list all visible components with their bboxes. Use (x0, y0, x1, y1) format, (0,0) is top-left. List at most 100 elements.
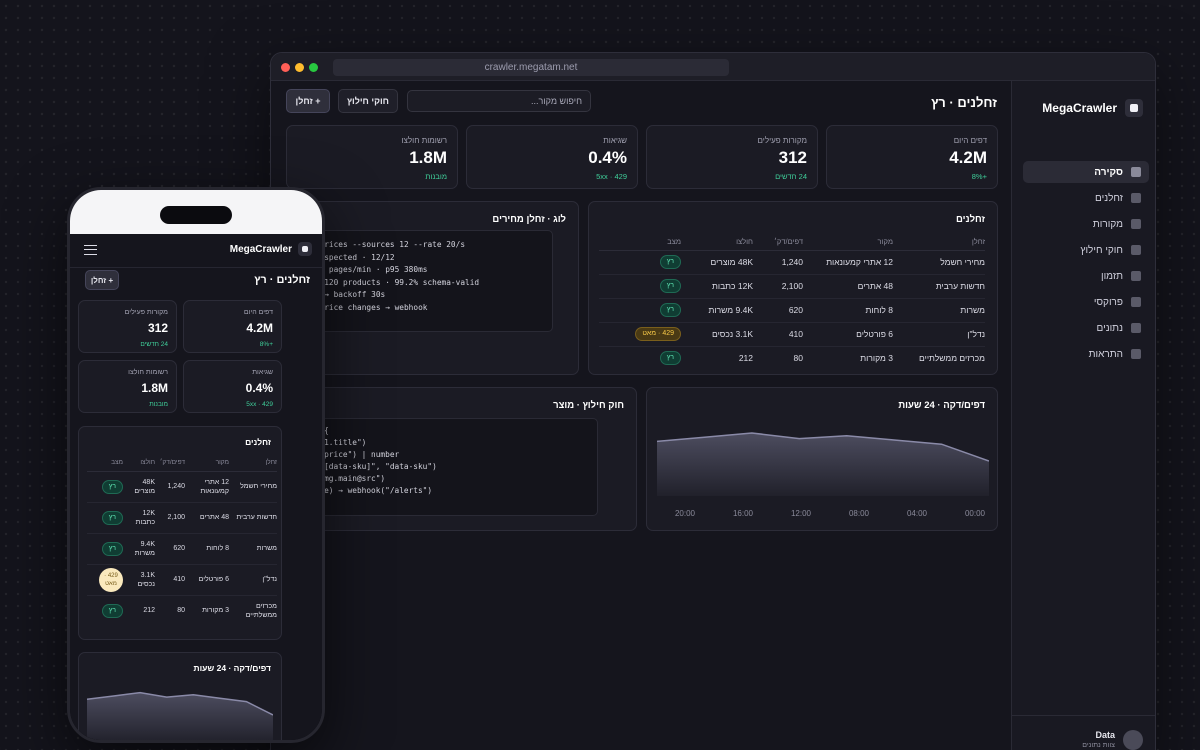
crawler-extracted: 48K מוצרים (681, 250, 753, 275)
stat-label: מקורות פעילים (757, 136, 807, 145)
sidebar-item-scheduling[interactable]: תזמון (1023, 265, 1149, 287)
rules-icon (1131, 245, 1141, 255)
column-header: מקור (185, 455, 229, 472)
stat-value: 4.2M (246, 321, 273, 335)
table-header-row: זחלן מקור דפים/דק׳ חולצו מצב (599, 234, 985, 251)
crawler-source: 6 פורטלים (803, 322, 893, 347)
crawler-name: חדשות ערבית (893, 274, 985, 299)
table-row[interactable]: משרות 8 לוחות 620 9.4K משרות רץ (599, 298, 985, 323)
crawler-name: מכרזים ממשלתיים (245, 602, 277, 619)
main-content: זחלנים · רץ חוקי חילוץ + זחלן דפים היום … (271, 81, 1011, 750)
table-row[interactable]: מכרזים ממשלתיים 3 מקורות 80 212 רץ (87, 595, 277, 626)
close-window-button[interactable] (281, 63, 290, 72)
sidebar-item-label: נתונים (1096, 322, 1123, 334)
crawler-rate: 80 (793, 353, 803, 364)
sidebar-item-crawlers[interactable]: זחלנים (1023, 187, 1149, 209)
stat-delta: מובנות (149, 401, 168, 408)
stat-value: 0.4% (588, 148, 627, 167)
crawlers-card: זחלנים זחלן מקור דפים/דק׳ חולצו מצב מחיר… (588, 201, 998, 375)
app-window: crawler.megatam.net זחלנים · רץ חוקי חיל… (270, 52, 1156, 750)
stat-card-pages-today: דפים היום 4.2M +8% (826, 125, 998, 189)
status-badge: רץ (101, 603, 123, 618)
crawler-source: 6 פורטלים (185, 564, 229, 596)
x-tick-label: 04:00 (907, 509, 928, 518)
stat-delta: 24 חדשים (140, 341, 168, 348)
x-tick-label: 00:00 (965, 509, 986, 518)
sidebar-item-overview[interactable]: סקירה (1023, 161, 1149, 183)
divider (70, 267, 322, 268)
sidebar-item-extraction-rules[interactable]: חוקי חילוץ (1023, 239, 1149, 261)
mobile-crawlers-table: זחלן מקור דפים/דק׳ חולצו מצב מחירי חשמל … (87, 455, 277, 626)
stat-delta: 5xx · 429 (596, 172, 627, 181)
table-row[interactable]: מחירי חשמל 12 אתרי קמעונאות 1,240 48K מו… (87, 471, 277, 503)
column-header: חולצו (681, 234, 753, 251)
stat-delta: 24 חדשים (775, 172, 807, 181)
table-row[interactable]: חדשות ערבית 48 אתרים 2,100 12K כתבות רץ (87, 502, 277, 534)
crawler-rate: 2,100 (753, 274, 803, 299)
throughput-chart-card: דפים/דקה · 24 שעות 00:00 04:00 08:00 12:00 1… (646, 387, 998, 531)
phone-status-area (70, 190, 322, 234)
sidebar-item-sources[interactable]: מקורות (1023, 213, 1149, 235)
sidebar-item-label: מקורות (1092, 218, 1123, 230)
stat-label: דפים היום (953, 136, 987, 145)
status-badge: רץ (101, 510, 123, 525)
sidebar-item-data[interactable]: נתונים (1023, 317, 1149, 339)
x-tick-label: 12:00 (791, 509, 812, 518)
crawler-rate: 410 (753, 322, 803, 347)
crawler-rate: 410 (155, 564, 185, 596)
stat-value: 1.8M (141, 381, 168, 395)
status-badge: רץ (659, 303, 681, 317)
stat-delta: +8% (259, 341, 273, 348)
table-row[interactable]: מחירי חשמל 12 אתרי קמעונאות 1,240 48K מו… (599, 250, 985, 275)
mobile-brand: MegaCrawler (230, 242, 312, 256)
crawler-name: מחירי חשמל (893, 250, 985, 275)
extraction-rules-button[interactable]: חוקי חילוץ (338, 89, 398, 113)
crawlers-title: זחלנים (245, 437, 271, 447)
crawlers-table: זחלן מקור דפים/דק׳ חולצו מצב מחירי חשמל … (599, 234, 985, 370)
maximize-window-button[interactable] (309, 63, 318, 72)
crawler-extracted: 12K כתבות (123, 502, 155, 534)
table-row[interactable]: מכרזים ממשלתיים 3 מקורות 80 212 רץ (599, 346, 985, 370)
stat-delta: 5xx · 429 (246, 401, 273, 408)
sidebar-item-label: זחלנים (1095, 192, 1123, 204)
sidebar-item-proxy[interactable]: פרוקסי (1023, 291, 1149, 313)
column-header: מצב (87, 455, 123, 472)
sidebar-item-label: סקירה (1094, 166, 1123, 178)
stat-label: שגיאות (603, 136, 627, 145)
crawler-name: מחירי חשמל (229, 471, 277, 503)
crawlers-title: זחלנים (956, 214, 985, 225)
table-row[interactable]: משרות 8 לוחות 620 9.4K משרות רץ (87, 533, 277, 565)
crawler-source: 3 מקורות (860, 353, 893, 364)
minimize-window-button[interactable] (295, 63, 304, 72)
url-bar[interactable]: crawler.megatam.net (333, 59, 729, 76)
crawler-source: 8 לוחות (803, 298, 893, 323)
column-header: דפים/דק׳ (155, 455, 185, 472)
x-tick-label: 08:00 (849, 509, 870, 518)
sidebar-item-label: התראות (1088, 348, 1123, 360)
mobile-add-crawler-button[interactable]: + זחלן (85, 270, 119, 290)
crawler-name: משרות (229, 533, 277, 565)
table-row[interactable]: נדל"ן 6 פורטלים 410 3.1K נכסים 429 · מאט (599, 322, 985, 347)
menu-icon[interactable] (84, 245, 97, 255)
table-row[interactable]: חדשות ערבית 48 אתרים 2,100 12K כתבות רץ (599, 274, 985, 299)
add-crawler-button[interactable]: + זחלן (286, 89, 330, 113)
search-input[interactable] (407, 90, 591, 112)
chart-title: דפים/דקה · 24 שעות (898, 400, 985, 411)
dynamic-island (160, 206, 232, 224)
table-header-row: זחלן מקור דפים/דק׳ חולצו מצב (87, 455, 277, 472)
stat-delta: +8% (971, 172, 987, 181)
stat-value: 312 (147, 321, 168, 335)
user-profile[interactable]: Data צוות נתונים (1012, 715, 1155, 750)
brand: MegaCrawler (1042, 99, 1143, 117)
alerts-icon (1131, 349, 1141, 359)
sidebar-item-alerts[interactable]: התראות (1023, 343, 1149, 365)
table-row[interactable]: נדל"ן 6 פורטלים 410 3.1K נכסים 429 · מאט (87, 564, 277, 596)
stat-label: מקורות פעילים (124, 309, 168, 316)
crawler-extracted: 212 (143, 607, 155, 615)
column-header: דפים/דק׳ (753, 234, 803, 251)
crawler-name: מכרזים ממשלתיים (919, 353, 985, 364)
stat-card-active-sources: מקורות פעילים 312 24 חדשים (646, 125, 818, 189)
window-titlebar: crawler.megatam.net (271, 53, 1155, 81)
crawler-source: 12 אתרי קמעונאות (185, 471, 229, 503)
column-header: חולצו (123, 455, 155, 472)
